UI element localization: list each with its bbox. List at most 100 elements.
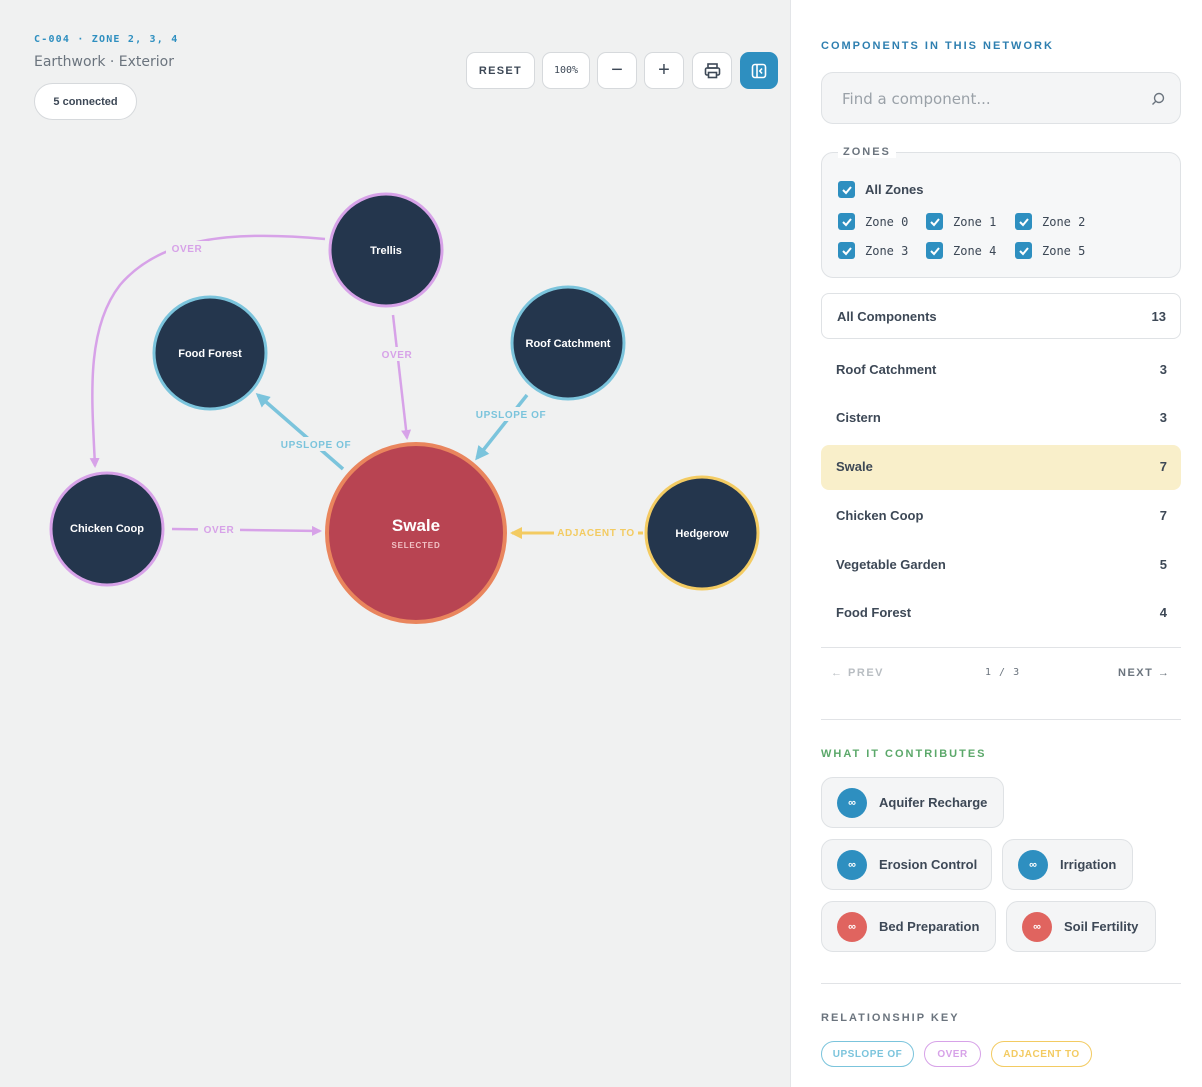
next-page-button[interactable]: NEXT → xyxy=(1118,667,1170,679)
divider xyxy=(821,983,1181,984)
component-search[interactable] xyxy=(821,72,1181,124)
node-trellis[interactable]: Trellis xyxy=(328,192,444,308)
component-label: Cistern xyxy=(836,410,881,425)
component-label: Swale xyxy=(836,459,873,474)
network-canvas[interactable]: C-004 · ZONE 2, 3, 4 Earthwork · Exterio… xyxy=(0,0,790,1087)
search-input[interactable] xyxy=(842,88,1142,110)
components-title: COMPONENTS IN THIS NETWORK xyxy=(821,40,1054,52)
zone-label: Zone 5 xyxy=(1042,243,1086,258)
contribution-label: Erosion Control xyxy=(879,857,978,872)
contributes-title: WHAT IT CONTRIBUTES xyxy=(821,748,987,760)
edge-label-chicken-coop-swale: OVER xyxy=(204,525,235,536)
zones-legend: ZONES xyxy=(838,146,896,158)
node-food-forest[interactable]: Food Forest xyxy=(152,295,268,411)
component-item-vegetable-garden[interactable]: Vegetable Garden 5 xyxy=(821,543,1181,588)
zone-label: Zone 3 xyxy=(865,243,909,258)
all-zones-checkbox[interactable]: All Zones xyxy=(838,181,924,198)
components-sidebar: COMPONENTS IN THIS NETWORK ZONES All Zon… xyxy=(790,0,1202,1087)
node-label-hedgerow: Hedgerow xyxy=(675,528,729,540)
infinity-icon: ∞ xyxy=(1022,911,1052,942)
component-count: 3 xyxy=(1159,410,1167,425)
node-label-trellis: Trellis xyxy=(370,245,402,257)
infinity-icon: ∞ xyxy=(837,911,867,942)
node-hedgerow[interactable]: Hedgerow xyxy=(644,475,760,591)
divider xyxy=(821,719,1181,720)
zone-label: Zone 0 xyxy=(865,214,909,229)
all-components-label: All Components xyxy=(837,309,937,324)
contribution-label: Soil Fertility xyxy=(1064,919,1139,934)
checkbox-checked-icon xyxy=(926,213,943,230)
contribution-label: Aquifer Recharge xyxy=(879,795,988,810)
component-item-swale[interactable]: Swale 7 xyxy=(821,445,1181,490)
contribution-label: Irrigation xyxy=(1060,857,1117,872)
component-count: 7 xyxy=(1159,508,1167,523)
zone-3-checkbox[interactable]: Zone 3 xyxy=(838,242,908,259)
all-components-count: 13 xyxy=(1151,309,1166,324)
all-zones-label: All Zones xyxy=(865,182,924,197)
zone-0-checkbox[interactable]: Zone 0 xyxy=(838,213,908,230)
component-count: 3 xyxy=(1159,362,1167,377)
contribution-aquifer-recharge[interactable]: ∞ Aquifer Recharge xyxy=(821,777,1004,828)
edge-label-trellis-swale: OVER xyxy=(382,350,413,361)
page-indicator: 1 / 3 xyxy=(985,667,1021,678)
component-item-roof-catchment[interactable]: Roof Catchment 3 xyxy=(821,348,1181,393)
checkbox-checked-icon xyxy=(926,242,943,259)
zone-4-checkbox[interactable]: Zone 4 xyxy=(926,242,996,259)
node-label-swale: Swale xyxy=(392,516,440,535)
edge-label-hedgerow-swale: ADJACENT TO xyxy=(557,528,635,539)
checkbox-checked-icon xyxy=(1015,242,1032,259)
checkbox-checked-icon xyxy=(838,242,855,259)
infinity-icon: ∞ xyxy=(1018,849,1048,880)
checkbox-checked-icon xyxy=(1015,213,1032,230)
contribution-irrigation[interactable]: ∞ Irrigation xyxy=(1002,839,1133,890)
component-count: 4 xyxy=(1159,605,1167,620)
zone-5-checkbox[interactable]: Zone 5 xyxy=(1015,242,1085,259)
zone-label: Zone 1 xyxy=(953,214,997,229)
edge-trellis-swale xyxy=(391,314,412,440)
component-count: 7 xyxy=(1159,459,1167,474)
component-label: Chicken Coop xyxy=(836,508,924,523)
all-components-row[interactable]: All Components 13 xyxy=(821,293,1181,339)
prev-page-button[interactable]: ← PREV xyxy=(831,667,884,679)
network-graph: OVER OVER UPSLOPE OF UPSLOPE OF OVER ADJ… xyxy=(49,192,760,624)
contribution-bed-preparation[interactable]: ∞ Bed Preparation xyxy=(821,901,996,952)
divider xyxy=(821,647,1181,648)
key-over: OVER xyxy=(924,1041,981,1067)
checkbox-checked-icon xyxy=(838,181,855,198)
component-item-cistern[interactable]: Cistern 3 xyxy=(821,396,1181,441)
edge-chicken-coop-swale xyxy=(171,525,322,536)
edge-label-roof-catchment-swale: UPSLOPE OF xyxy=(476,410,546,421)
zone-label: Zone 4 xyxy=(953,243,997,258)
node-selected-tag: SELECTED xyxy=(391,541,440,550)
component-count: 5 xyxy=(1159,557,1167,572)
edge-swale-food-forest xyxy=(255,393,345,471)
node-label-chicken-coop: Chicken Coop xyxy=(70,523,144,535)
contribution-label: Bed Preparation xyxy=(879,919,980,934)
node-label-roof-catchment: Roof Catchment xyxy=(526,338,611,350)
checkbox-checked-icon xyxy=(838,213,855,230)
component-label: Roof Catchment xyxy=(836,362,937,377)
zone-1-checkbox[interactable]: Zone 1 xyxy=(926,213,996,230)
edge-roof-catchment-swale xyxy=(475,393,529,461)
component-item-food-forest[interactable]: Food Forest 4 xyxy=(821,591,1181,636)
infinity-icon: ∞ xyxy=(837,787,867,818)
search-icon[interactable] xyxy=(1150,91,1166,107)
node-label-food-forest: Food Forest xyxy=(178,348,242,360)
node-chicken-coop[interactable]: Chicken Coop xyxy=(49,471,165,587)
component-item-chicken-coop[interactable]: Chicken Coop 7 xyxy=(821,494,1181,539)
zones-filter: ZONES All Zones Zone 0 Zone 1 Zone 2 Zon… xyxy=(821,146,1181,278)
component-label: Food Forest xyxy=(836,605,912,620)
component-label: Vegetable Garden xyxy=(836,557,946,572)
key-upslope-of: UPSLOPE OF xyxy=(821,1041,914,1067)
relationship-key-title: RELATIONSHIP KEY xyxy=(821,1012,960,1024)
zone-2-checkbox[interactable]: Zone 2 xyxy=(1015,213,1085,230)
contribution-soil-fertility[interactable]: ∞ Soil Fertility xyxy=(1006,901,1156,952)
key-adjacent-to: ADJACENT TO xyxy=(991,1041,1092,1067)
contribution-erosion-control[interactable]: ∞ Erosion Control xyxy=(821,839,992,890)
edge-label-trellis-chicken-coop: OVER xyxy=(172,244,203,255)
infinity-icon: ∞ xyxy=(837,849,867,880)
node-swale-selected[interactable]: Swale SELECTED xyxy=(325,442,507,624)
node-roof-catchment[interactable]: Roof Catchment xyxy=(510,285,626,401)
edge-label-swale-food-forest: UPSLOPE OF xyxy=(281,440,351,451)
zone-label: Zone 2 xyxy=(1042,214,1086,229)
